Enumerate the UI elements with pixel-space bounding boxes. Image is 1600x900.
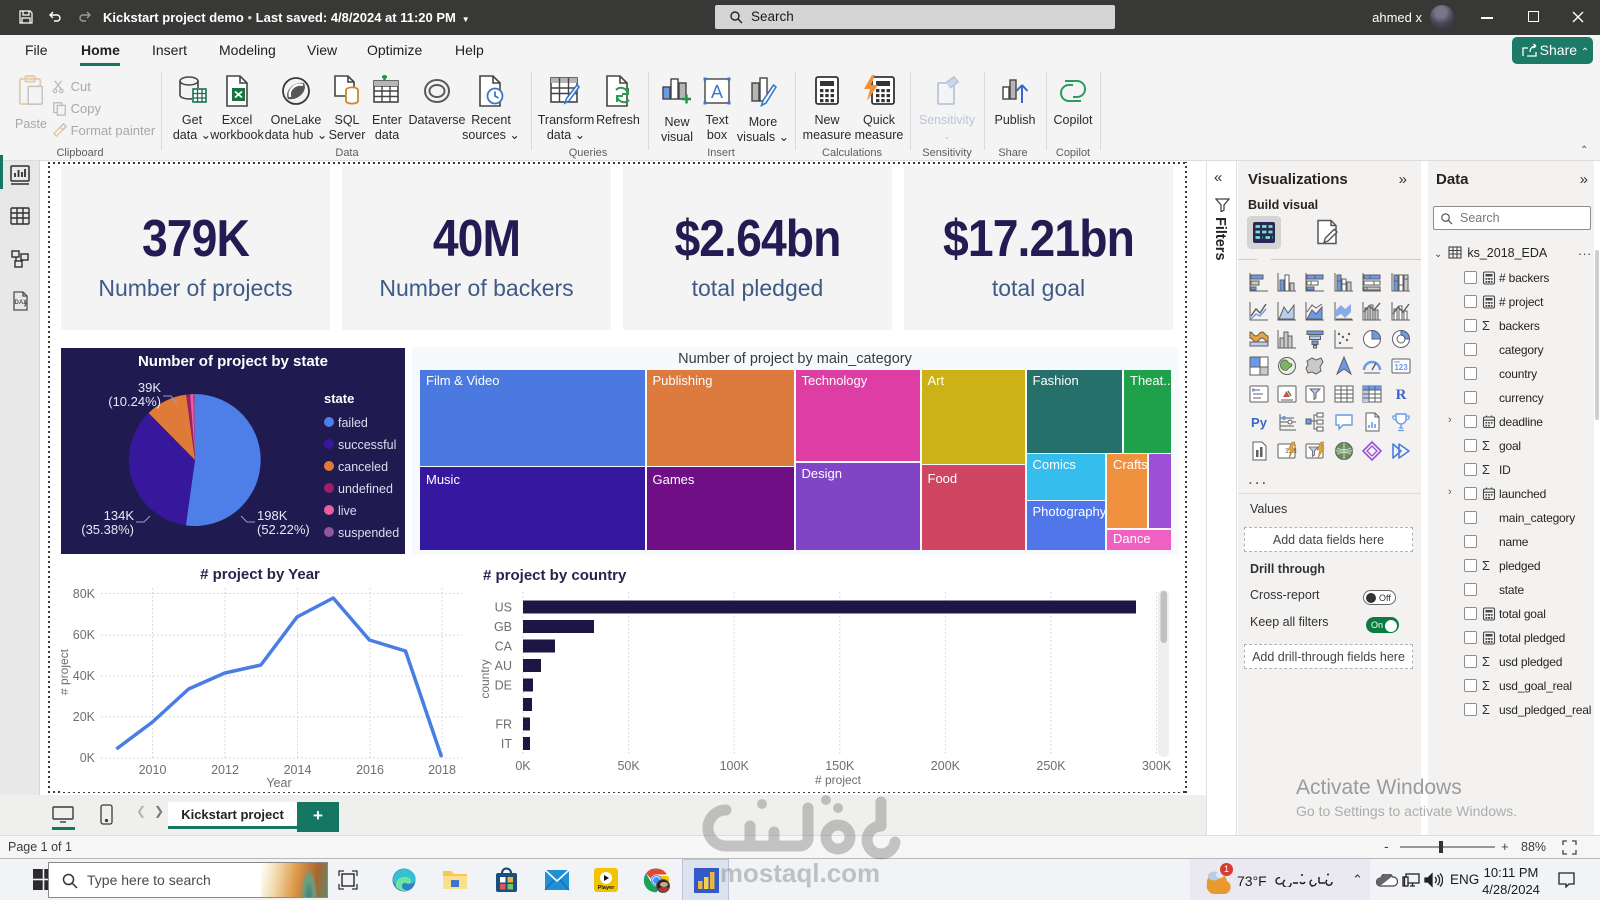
svg-text:300K: 300K: [1142, 759, 1172, 773]
svg-text:198K: 198K: [257, 508, 288, 523]
svg-text:200K: 200K: [931, 759, 961, 773]
svg-text:100K: 100K: [720, 759, 750, 773]
svg-text:134K: 134K: [104, 508, 135, 523]
svg-text:# project by country: # project by country: [483, 567, 627, 584]
svg-text:0K: 0K: [515, 759, 531, 773]
svg-text:2014: 2014: [284, 763, 312, 777]
svg-text:40K: 40K: [73, 669, 96, 683]
svg-text:failed: failed: [338, 416, 368, 430]
svg-text:R: R: [1395, 387, 1406, 403]
svg-text:live: live: [338, 504, 357, 518]
svg-text:Number of project by state: Number of project by state: [138, 353, 328, 370]
svg-text:CA: CA: [495, 640, 513, 654]
svg-text:successful: successful: [338, 438, 396, 452]
svg-text:(10.24%): (10.24%): [108, 394, 161, 409]
svg-text:(52.22%): (52.22%): [257, 522, 310, 537]
svg-text:50K: 50K: [617, 759, 640, 773]
svg-text:US: US: [495, 601, 512, 615]
svg-text:Py: Py: [1251, 415, 1268, 430]
svg-text:250K: 250K: [1036, 759, 1066, 773]
svg-text:IT: IT: [501, 737, 512, 751]
svg-text:GB: GB: [494, 620, 512, 634]
svg-text:country: country: [478, 659, 492, 698]
svg-text:A: A: [711, 82, 723, 102]
svg-text:2012: 2012: [211, 763, 239, 777]
svg-text:FR: FR: [495, 718, 512, 732]
svg-text:150K: 150K: [825, 759, 855, 773]
svg-text:Player: Player: [598, 885, 615, 891]
svg-text:# project by Year: # project by Year: [200, 566, 320, 583]
svg-text:undefined: undefined: [338, 482, 393, 496]
svg-text:0K: 0K: [80, 751, 96, 765]
svg-text:2016: 2016: [356, 763, 384, 777]
svg-text:suspended: suspended: [338, 526, 399, 540]
svg-text:AU: AU: [495, 659, 512, 673]
svg-text:39K: 39K: [138, 380, 161, 395]
svg-text:state: state: [324, 391, 354, 406]
svg-text:DE: DE: [495, 679, 512, 693]
svg-text:2010: 2010: [139, 763, 167, 777]
svg-text:60K: 60K: [73, 628, 96, 642]
svg-text:80K: 80K: [73, 587, 96, 601]
svg-text:20K: 20K: [73, 710, 96, 724]
svg-text:canceled: canceled: [338, 460, 388, 474]
svg-text:# project: # project: [61, 648, 71, 695]
svg-text:123: 123: [1394, 363, 1408, 372]
svg-text:Year: Year: [266, 776, 291, 790]
svg-text:(35.38%): (35.38%): [81, 522, 134, 537]
svg-text:2018: 2018: [428, 763, 456, 777]
svg-text:# project: # project: [815, 773, 862, 787]
